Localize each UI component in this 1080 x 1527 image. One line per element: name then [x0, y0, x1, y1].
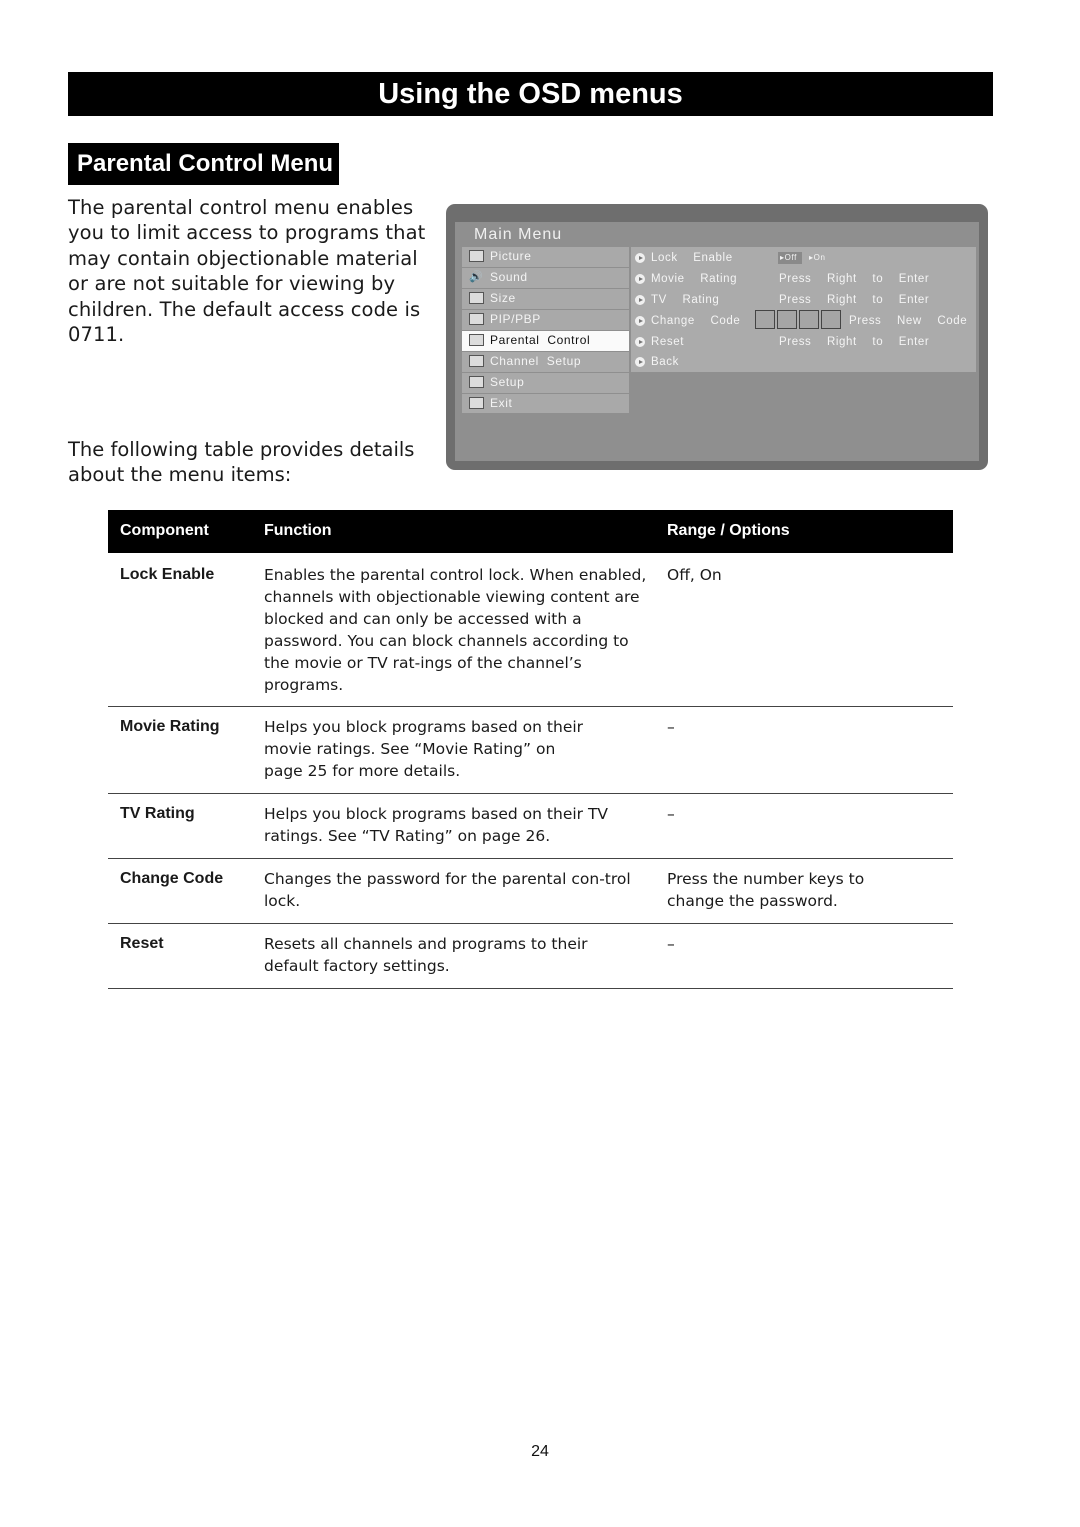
code-digit-box[interactable] [799, 310, 819, 329]
cell-function: Resets all channels and programs to thei… [264, 935, 588, 975]
intro-paragraph: The parental control menu enables you to… [68, 196, 426, 347]
osd-item-label: Exit [490, 395, 513, 410]
cell-range: Off, On [667, 566, 722, 584]
osd-row-label: Lock Enable [651, 252, 733, 264]
osd-item-setup[interactable]: Setup [462, 372, 629, 393]
osd-item-label: Setup [490, 374, 525, 389]
cell-function: Enables the parental control lock. When … [264, 566, 647, 694]
osd-item-pip-pbp[interactable]: PIP/PBP [462, 309, 629, 330]
code-digit-box[interactable] [777, 310, 797, 329]
osd-item-channel-setup[interactable]: Channel Setup [462, 351, 629, 372]
header-function: Function [264, 522, 332, 539]
table-header: Component Function Range / Options [108, 510, 953, 553]
page-number: 24 [531, 1443, 549, 1460]
arrow-bullet-icon [635, 316, 645, 326]
osd-item-picture[interactable]: Picture [462, 247, 629, 267]
toggle-off-option[interactable]: ▸Off [778, 252, 802, 264]
cell-function: Changes the password for the parental co… [264, 870, 631, 910]
header-component: Component [120, 522, 209, 539]
osd-title: Main Menu [474, 226, 563, 243]
osd-row-value: Press New Code [849, 315, 968, 327]
osd-row-label: Movie Rating [651, 273, 738, 285]
setup-icon [469, 375, 484, 388]
osd-screenshot: Main Menu Picture 🔊 Sound Size PIP/PBP Pa… [446, 204, 988, 470]
arrow-bullet-icon [635, 274, 645, 284]
osd-item-size[interactable]: Size [462, 288, 629, 309]
osd-row-tv-rating[interactable]: TV Rating Press Right to Enter [631, 290, 976, 310]
table-row: Reset Resets all channels and programs t… [108, 933, 953, 989]
pip-icon [469, 312, 484, 325]
osd-item-parental-control[interactable]: Parental Control [462, 330, 629, 351]
cell-range: – [667, 805, 675, 823]
osd-item-label: Channel Setup [490, 353, 582, 368]
cell-function: Helps you block programs based on their … [264, 718, 584, 780]
osd-row-label: Back [651, 356, 679, 368]
osd-row-reset[interactable]: Reset Press Right to Enter [631, 332, 976, 352]
osd-item-label: Size [490, 290, 516, 305]
table-row: Movie Rating Helps you block programs ba… [108, 716, 953, 794]
osd-row-value: Press Right to Enter [779, 294, 930, 306]
osd-item-sound[interactable]: 🔊 Sound [462, 267, 629, 288]
osd-row-lock-enable[interactable]: Lock Enable ▸Off ▸On [631, 248, 976, 268]
tv-icon [469, 354, 484, 367]
cell-function: Helps you block programs based on their … [264, 805, 609, 845]
cell-component: Change Code [120, 870, 224, 887]
arrow-bullet-icon [635, 295, 645, 305]
picture-icon [469, 250, 484, 262]
osd-row-back[interactable]: Back [631, 352, 976, 372]
cell-range: – [667, 935, 675, 953]
osd-row-value: Press Right to Enter [779, 336, 930, 348]
toggle-on-option[interactable]: ▸On [809, 252, 826, 264]
header-range: Range / Options [667, 522, 790, 539]
cell-component: Movie Rating [120, 718, 220, 735]
osd-row-movie-rating[interactable]: Movie Rating Press Right to Enter [631, 269, 976, 289]
osd-item-label: Parental Control [490, 332, 591, 347]
cell-range: – [667, 718, 675, 736]
lock-icon [469, 333, 484, 346]
cell-component: TV Rating [120, 805, 195, 822]
osd-item-exit[interactable]: Exit [462, 393, 629, 414]
osd-item-label: Sound [490, 269, 528, 284]
section-title: Parental Control Menu [68, 143, 340, 185]
arrow-bullet-icon [635, 337, 645, 347]
cell-range: Press the number keys to change the pass… [667, 870, 865, 910]
table-row: Lock Enable Enables the parental control… [108, 564, 953, 707]
code-digit-box[interactable] [821, 310, 841, 329]
chapter-banner: Using the OSD menus [68, 72, 993, 116]
osd-row-label: Reset [651, 336, 685, 348]
table-row: TV Rating Helps you block programs based… [108, 803, 953, 859]
cell-component: Reset [120, 935, 164, 952]
osd-row-label: Change Code [651, 315, 741, 327]
osd-row-label: TV Rating [651, 294, 720, 306]
osd-row-change-code[interactable]: Change Code Press New Code [631, 310, 976, 331]
osd-row-value: Press Right to Enter [779, 273, 930, 285]
osd-panel: Main Menu Picture 🔊 Sound Size PIP/PBP Pa… [455, 222, 979, 461]
table-row: Change Code Changes the password for the… [108, 868, 953, 924]
return-icon [469, 396, 484, 409]
table-intro-paragraph: The following table provides details abo… [68, 438, 415, 487]
speaker-icon: 🔊 [469, 270, 484, 283]
code-digit-box[interactable] [755, 310, 775, 329]
cell-component: Lock Enable [120, 566, 215, 583]
osd-submenu: Lock Enable ▸Off ▸On Movie Rating Press … [631, 247, 976, 372]
osd-item-label: PIP/PBP [490, 311, 541, 326]
arrow-bullet-icon [635, 253, 645, 263]
osd-main-menu-list: Picture 🔊 Sound Size PIP/PBP Parental Con… [462, 247, 629, 415]
arrow-bullet-icon [635, 357, 645, 367]
osd-item-label: Picture [490, 249, 532, 263]
size-icon [469, 291, 484, 304]
